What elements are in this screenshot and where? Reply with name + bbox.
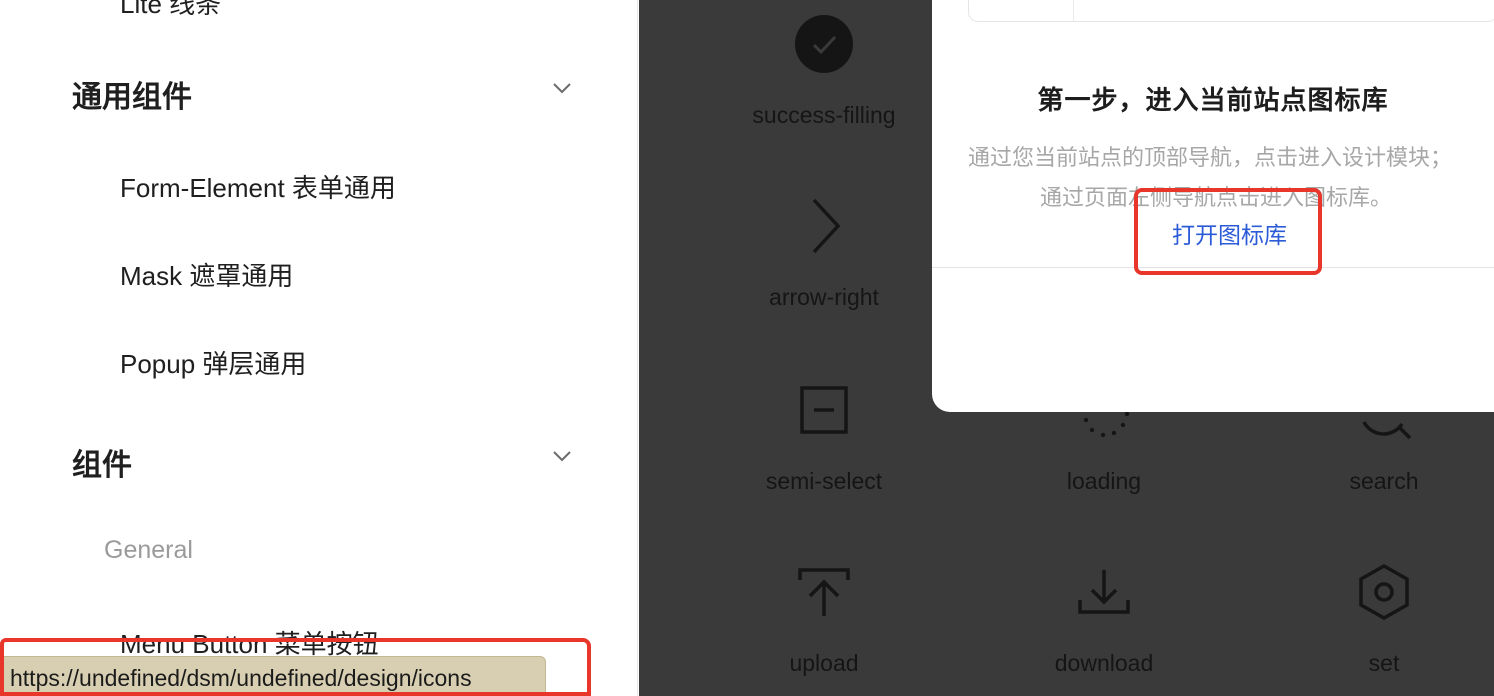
check-circle-filled-icon: [792, 12, 856, 76]
sidebar-item-mask[interactable]: Mask 遮罩通用: [120, 256, 293, 293]
popup-desc-line1: 通过您当前站点的顶部导航，点击进入设计模块；: [968, 145, 1453, 170]
download-icon: [1072, 560, 1136, 624]
minus-square-icon: [792, 378, 856, 442]
popup-preview-box: [968, 0, 1494, 22]
icon-label: upload: [789, 650, 859, 676]
icon-label: set: [1368, 650, 1400, 676]
sidebar-subgroup-general: General: [104, 536, 193, 564]
icon-label: semi-select: [765, 468, 883, 494]
sidebar-group-common[interactable]: 通用组件: [72, 72, 192, 116]
upload-icon: [792, 560, 856, 624]
sidebar-item-popup[interactable]: Popup 弹层通用: [120, 344, 306, 381]
link-highlight-box: [1134, 188, 1322, 275]
chevron-down-icon[interactable]: [552, 450, 572, 462]
sidebar-item-lite[interactable]: Lite 线条: [120, 0, 221, 21]
sidebar-divider: [637, 0, 638, 696]
chevron-right-icon: [792, 194, 856, 258]
icon-label: arrow-right: [769, 284, 879, 310]
icon-label: download: [1054, 650, 1154, 676]
chevron-down-icon[interactable]: [552, 82, 572, 94]
hexagon-gear-icon: [1352, 560, 1416, 624]
icon-label: search: [1349, 468, 1419, 494]
icon-label: success-filling: [752, 102, 896, 128]
sidebar-item-form-element[interactable]: Form-Element 表单通用: [120, 168, 396, 205]
sidebar-group-components[interactable]: 组件: [72, 440, 132, 484]
popup-title: 第一步，进入当前站点图标库: [1037, 85, 1389, 115]
icon-label: loading: [1066, 468, 1142, 494]
url-highlight-box: [0, 638, 591, 696]
sidebar-nav: Lite 线条 通用组件 Form-Element 表单通用 Mask 遮罩通用…: [0, 0, 638, 696]
